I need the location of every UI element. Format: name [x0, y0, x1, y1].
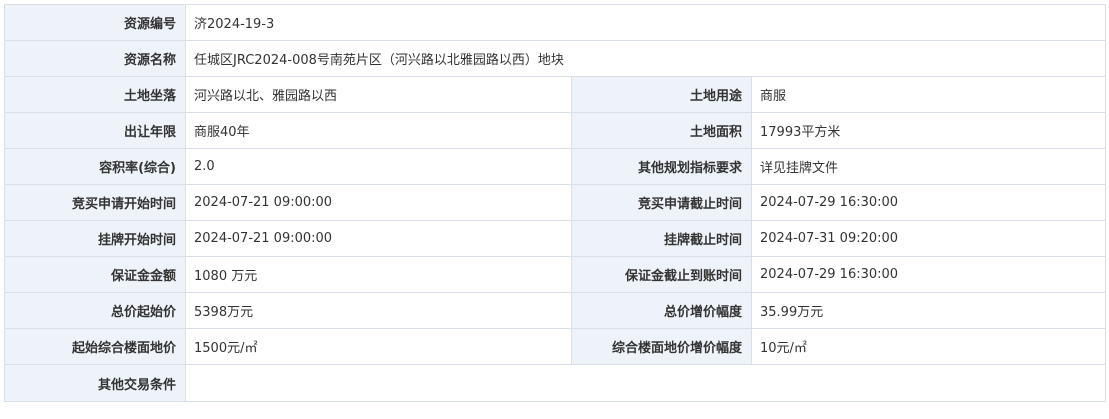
bid-apply-start-label: 竞买申请开始时间 [4, 184, 186, 221]
listing-start-value: 2024-07-21 09:00:00 [185, 220, 572, 257]
table-row: 挂牌开始时间 2024-07-21 09:00:00 挂牌截止时间 2024-0… [4, 220, 1107, 257]
deposit-amount-label: 保证金金额 [4, 256, 186, 293]
deposit-amount-value: 1080 万元 [185, 256, 572, 293]
other-conditions-value [184, 364, 1107, 402]
listing-start-label: 挂牌开始时间 [4, 220, 186, 257]
floor-price-start-label: 起始综合楼面地价 [4, 328, 186, 365]
land-location-value: 河兴路以北、雅园路以西 [185, 76, 572, 113]
plot-ratio-label: 容积率(综合) [4, 148, 186, 185]
table-row: 其他交易条件 [4, 364, 1107, 402]
resource-name-value: 任城区JRC2024-008号南苑片区（河兴路以北雅园路以西）地块 [184, 40, 1107, 77]
deposit-deadline-label: 保证金截止到账时间 [571, 256, 752, 293]
floor-price-increment-label: 综合楼面地价增价幅度 [571, 328, 752, 365]
table-row: 出让年限 商服40年 土地面积 17993平方米 [4, 112, 1107, 149]
land-transaction-info-table: 资源编号 济2024-19-3 资源名称 任城区JRC2024-008号南苑片区… [4, 4, 1107, 402]
resource-id-label: 资源编号 [4, 4, 186, 41]
listing-end-value: 2024-07-31 09:20:00 [750, 220, 1107, 257]
table-row: 起始综合楼面地价 1500元/㎡ 综合楼面地价增价幅度 10元/㎡ [4, 328, 1107, 365]
starting-price-value: 5398万元 [185, 292, 572, 329]
table-row: 资源名称 任城区JRC2024-008号南苑片区（河兴路以北雅园路以西）地块 [4, 40, 1107, 77]
bid-apply-end-value: 2024-07-29 16:30:00 [750, 184, 1107, 221]
land-use-label: 土地用途 [571, 76, 752, 113]
floor-price-start-value: 1500元/㎡ [185, 328, 572, 365]
floor-price-increment-value: 10元/㎡ [750, 328, 1107, 365]
price-increment-value: 35.99万元 [750, 292, 1107, 329]
plot-ratio-value: 2.0 [185, 148, 572, 185]
table-row: 容积率(综合) 2.0 其他规划指标要求 详见挂牌文件 [4, 148, 1107, 185]
other-conditions-label: 其他交易条件 [4, 364, 186, 402]
other-planning-value: 详见挂牌文件 [750, 148, 1107, 185]
lease-term-value: 商服40年 [185, 112, 572, 149]
bid-apply-end-label: 竞买申请截止时间 [571, 184, 752, 221]
table-row: 保证金金额 1080 万元 保证金截止到账时间 2024-07-29 16:30… [4, 256, 1107, 293]
table-row: 竞买申请开始时间 2024-07-21 09:00:00 竞买申请截止时间 20… [4, 184, 1107, 221]
table-row: 资源编号 济2024-19-3 [4, 4, 1107, 41]
bid-apply-start-value: 2024-07-21 09:00:00 [185, 184, 572, 221]
resource-id-value: 济2024-19-3 [184, 4, 1107, 41]
listing-end-label: 挂牌截止时间 [571, 220, 752, 257]
starting-price-label: 总价起始价 [4, 292, 186, 329]
deposit-deadline-value: 2024-07-29 16:30:00 [750, 256, 1107, 293]
table-row: 总价起始价 5398万元 总价增价幅度 35.99万元 [4, 292, 1107, 329]
table-row: 土地坐落 河兴路以北、雅园路以西 土地用途 商服 [4, 76, 1107, 113]
resource-name-label: 资源名称 [4, 40, 186, 77]
other-planning-label: 其他规划指标要求 [571, 148, 752, 185]
land-use-value: 商服 [750, 76, 1107, 113]
price-increment-label: 总价增价幅度 [571, 292, 752, 329]
lease-term-label: 出让年限 [4, 112, 186, 149]
land-area-value: 17993平方米 [750, 112, 1107, 149]
land-location-label: 土地坐落 [4, 76, 186, 113]
land-area-label: 土地面积 [571, 112, 752, 149]
